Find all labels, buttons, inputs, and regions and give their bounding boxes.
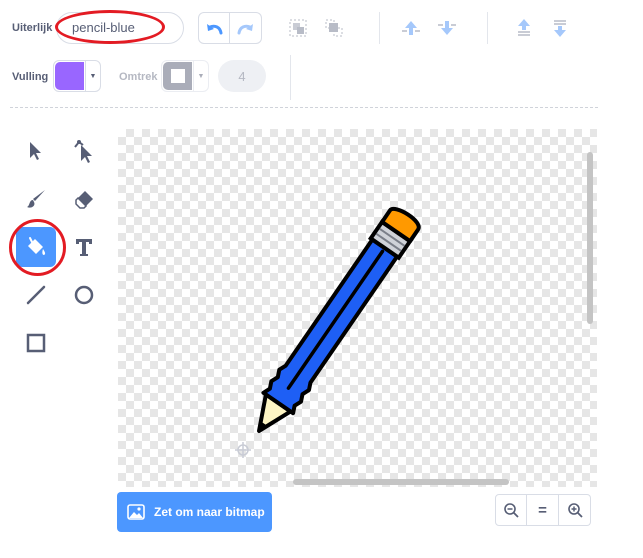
- line-tool[interactable]: [16, 275, 56, 315]
- undo-redo-group: [198, 12, 262, 44]
- forward-button[interactable]: [393, 12, 429, 44]
- outline-color-swatch: [163, 62, 192, 90]
- circle-tool[interactable]: [64, 275, 104, 315]
- zoom-reset-button[interactable]: =: [527, 494, 559, 526]
- forward-icon: [402, 21, 420, 35]
- divider: [379, 12, 380, 44]
- pencil-drawing: [235, 152, 593, 485]
- brush-tool[interactable]: [16, 179, 56, 219]
- backward-icon: [438, 21, 456, 35]
- undo-icon: [207, 24, 223, 35]
- name-highlight-ring: [55, 10, 165, 44]
- eraser-tool[interactable]: [64, 179, 104, 219]
- back-button[interactable]: [542, 12, 578, 44]
- eraser-icon: [75, 191, 93, 209]
- outline-width-input[interactable]: 4: [218, 60, 266, 92]
- arrow-cursor-icon: [30, 142, 41, 160]
- chevron-down-icon: ▼: [85, 61, 100, 91]
- fill-color-swatch: [55, 62, 84, 90]
- redo-icon: [237, 24, 253, 35]
- ungroup-button[interactable]: [316, 12, 352, 44]
- group-button[interactable]: [280, 12, 316, 44]
- rectangle-icon: [26, 333, 46, 353]
- zoom-out-button[interactable]: [495, 494, 527, 526]
- convert-to-bitmap-button[interactable]: Zet om naar bitmap: [117, 492, 272, 532]
- costume-label: Uiterlijk: [12, 22, 53, 34]
- brush-icon: [27, 190, 45, 208]
- paint-canvas[interactable]: [118, 129, 597, 487]
- text-icon: [76, 239, 92, 256]
- backward-button[interactable]: [429, 12, 465, 44]
- rectangle-tool[interactable]: [16, 323, 56, 363]
- outline-label: Omtrek: [119, 71, 158, 83]
- convert-to-bitmap-label: Zet om naar bitmap: [154, 505, 265, 519]
- layer-tools-a: [393, 12, 465, 44]
- reshape-icon: [74, 140, 92, 163]
- ungroup-icon: [325, 19, 343, 37]
- line-icon: [26, 285, 46, 305]
- circle-icon: [74, 285, 94, 305]
- fill-label: Vulling: [12, 71, 49, 83]
- toolbar-divider: [10, 107, 598, 108]
- zoom-in-icon: [567, 503, 583, 518]
- redo-button[interactable]: [230, 12, 262, 44]
- rotation-center-icon: [235, 442, 251, 458]
- vertical-scrollbar: [587, 152, 593, 324]
- group-tools: [280, 12, 352, 44]
- text-tool[interactable]: [64, 227, 104, 267]
- divider: [290, 55, 291, 100]
- zoom-in-button[interactable]: [559, 494, 591, 526]
- front-button[interactable]: [506, 12, 542, 44]
- front-icon: [518, 19, 530, 36]
- horizontal-scrollbar: [293, 479, 509, 485]
- reshape-tool[interactable]: [64, 131, 104, 171]
- back-icon: [554, 20, 566, 37]
- zoom-out-icon: [504, 503, 519, 518]
- divider: [487, 12, 488, 44]
- fill-color-dropdown[interactable]: ▼: [53, 60, 101, 92]
- undo-button[interactable]: [198, 12, 230, 44]
- fill-tool-highlight-ring: [9, 219, 66, 276]
- layer-tools-b: [506, 12, 578, 44]
- group-icon: [289, 19, 307, 37]
- image-icon: [127, 504, 145, 520]
- chevron-down-icon: ▼: [193, 61, 208, 91]
- select-tool[interactable]: [16, 131, 56, 171]
- outline-color-dropdown[interactable]: ▼: [161, 60, 209, 92]
